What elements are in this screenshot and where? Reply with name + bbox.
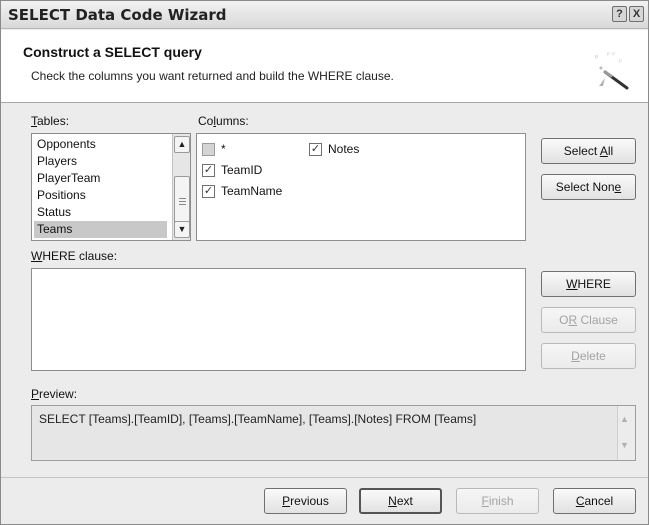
checkmark-icon[interactable]: ✓	[202, 163, 215, 177]
scroll-up-icon[interactable]: ▲	[620, 414, 629, 424]
checkbox-unchecked[interactable]	[202, 142, 215, 156]
columns-checklist[interactable]: * ✓ TeamID ✓ TeamName ✓ Notes	[196, 133, 526, 241]
table-item-positions[interactable]: Positions	[34, 187, 167, 204]
help-button[interactable]: ?	[612, 6, 627, 22]
select-none-button[interactable]: Select None	[541, 174, 636, 200]
scroll-down-icon[interactable]: ▼	[620, 440, 629, 450]
where-clause-textarea[interactable]	[31, 268, 526, 371]
cancel-button[interactable]: Cancel	[553, 488, 636, 514]
table-item-status[interactable]: Status	[34, 204, 167, 221]
footer-divider	[1, 477, 648, 478]
preview-label: Preview:	[31, 387, 78, 401]
page-subtitle: Check the columns you want returned and …	[31, 69, 394, 83]
preview-scrollbar[interactable]: ▲ ▼	[617, 406, 635, 460]
delete-button[interactable]: Delete	[541, 343, 636, 369]
table-item-opponents[interactable]: Opponents	[34, 136, 167, 153]
wizard-window: SELECT Data Code Wizard ? X Construct a …	[0, 0, 649, 525]
table-item-playerteam[interactable]: PlayerTeam	[34, 170, 167, 187]
wizard-wand-icon: ᵖ ᵖ ᵖ ᵖ	[595, 51, 629, 90]
or-clause-button[interactable]: OR Clause	[541, 307, 636, 333]
finish-button[interactable]: Finish	[456, 488, 539, 514]
svg-text:ᵖ: ᵖ	[619, 58, 622, 66]
sql-preview: SELECT [Teams].[TeamID], [Teams].[TeamNa…	[39, 412, 477, 426]
table-item-teams[interactable]: Teams	[34, 221, 167, 238]
column-item-teamname[interactable]: ✓ TeamName	[202, 182, 282, 200]
checkmark-icon[interactable]: ✓	[309, 142, 322, 156]
svg-text:ᵖ ᵖ: ᵖ ᵖ	[607, 51, 615, 59]
window-title: SELECT Data Code Wizard	[8, 6, 227, 24]
help-icon: ?	[616, 8, 623, 20]
select-all-button[interactable]: Select All	[541, 138, 636, 164]
svg-text:ᵖ: ᵖ	[595, 53, 598, 62]
column-item-notes[interactable]: ✓ Notes	[309, 140, 359, 158]
close-button[interactable]: X	[629, 6, 644, 22]
tables-scrollbar[interactable]: ▲ ▼	[172, 134, 190, 240]
previous-button[interactable]: Previous	[264, 488, 347, 514]
scroll-down-icon[interactable]: ▼	[174, 221, 190, 238]
column-item-teamid[interactable]: ✓ TeamID	[202, 161, 262, 179]
where-button[interactable]: WHERE	[541, 271, 636, 297]
column-item-all[interactable]: *	[202, 140, 226, 158]
where-label: WHERE clause:	[31, 249, 118, 263]
scroll-up-icon[interactable]: ▲	[174, 136, 190, 153]
next-button[interactable]: Next	[359, 488, 442, 514]
page-title: Construct a SELECT query	[23, 44, 202, 60]
checkmark-icon[interactable]: ✓	[202, 184, 215, 198]
columns-label: Columns:	[198, 114, 249, 128]
preview-box: SELECT [Teams].[TeamID], [Teams].[TeamNa…	[31, 405, 636, 461]
wizard-header: Construct a SELECT query Check the colum…	[1, 30, 648, 103]
table-item-players[interactable]: Players	[34, 153, 167, 170]
tables-listbox[interactable]: Opponents Players PlayerTeam Positions S…	[31, 133, 191, 241]
close-icon: X	[632, 8, 641, 20]
tables-label: Tables:	[31, 114, 70, 128]
title-bar[interactable]: SELECT Data Code Wizard ? X	[1, 1, 648, 29]
